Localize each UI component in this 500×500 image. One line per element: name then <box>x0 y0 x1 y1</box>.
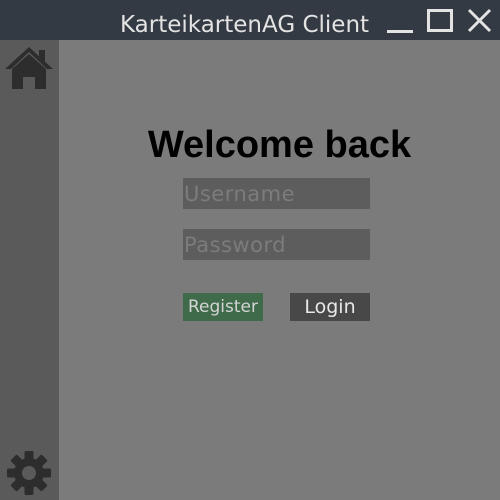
password-input[interactable] <box>183 229 370 260</box>
maximize-icon <box>427 9 453 32</box>
home-icon <box>5 47 53 89</box>
settings-button[interactable] <box>6 450 52 496</box>
close-button[interactable] <box>462 0 498 40</box>
login-button[interactable]: Login <box>290 293 370 321</box>
maximize-button[interactable] <box>422 0 458 40</box>
login-panel: Welcome back Register Login <box>59 40 500 500</box>
sidebar <box>0 40 59 500</box>
close-icon <box>467 8 492 33</box>
minimize-icon <box>387 30 413 33</box>
page-title: Welcome back <box>147 124 412 166</box>
home-button[interactable] <box>4 45 54 91</box>
window-title: KarteikartenAG Client <box>120 12 370 38</box>
gear-icon <box>7 451 51 495</box>
title-bar[interactable]: KarteikartenAG Client <box>0 0 500 40</box>
username-input[interactable] <box>183 178 370 209</box>
register-button[interactable]: Register <box>183 293 263 321</box>
minimize-button[interactable] <box>384 0 420 40</box>
